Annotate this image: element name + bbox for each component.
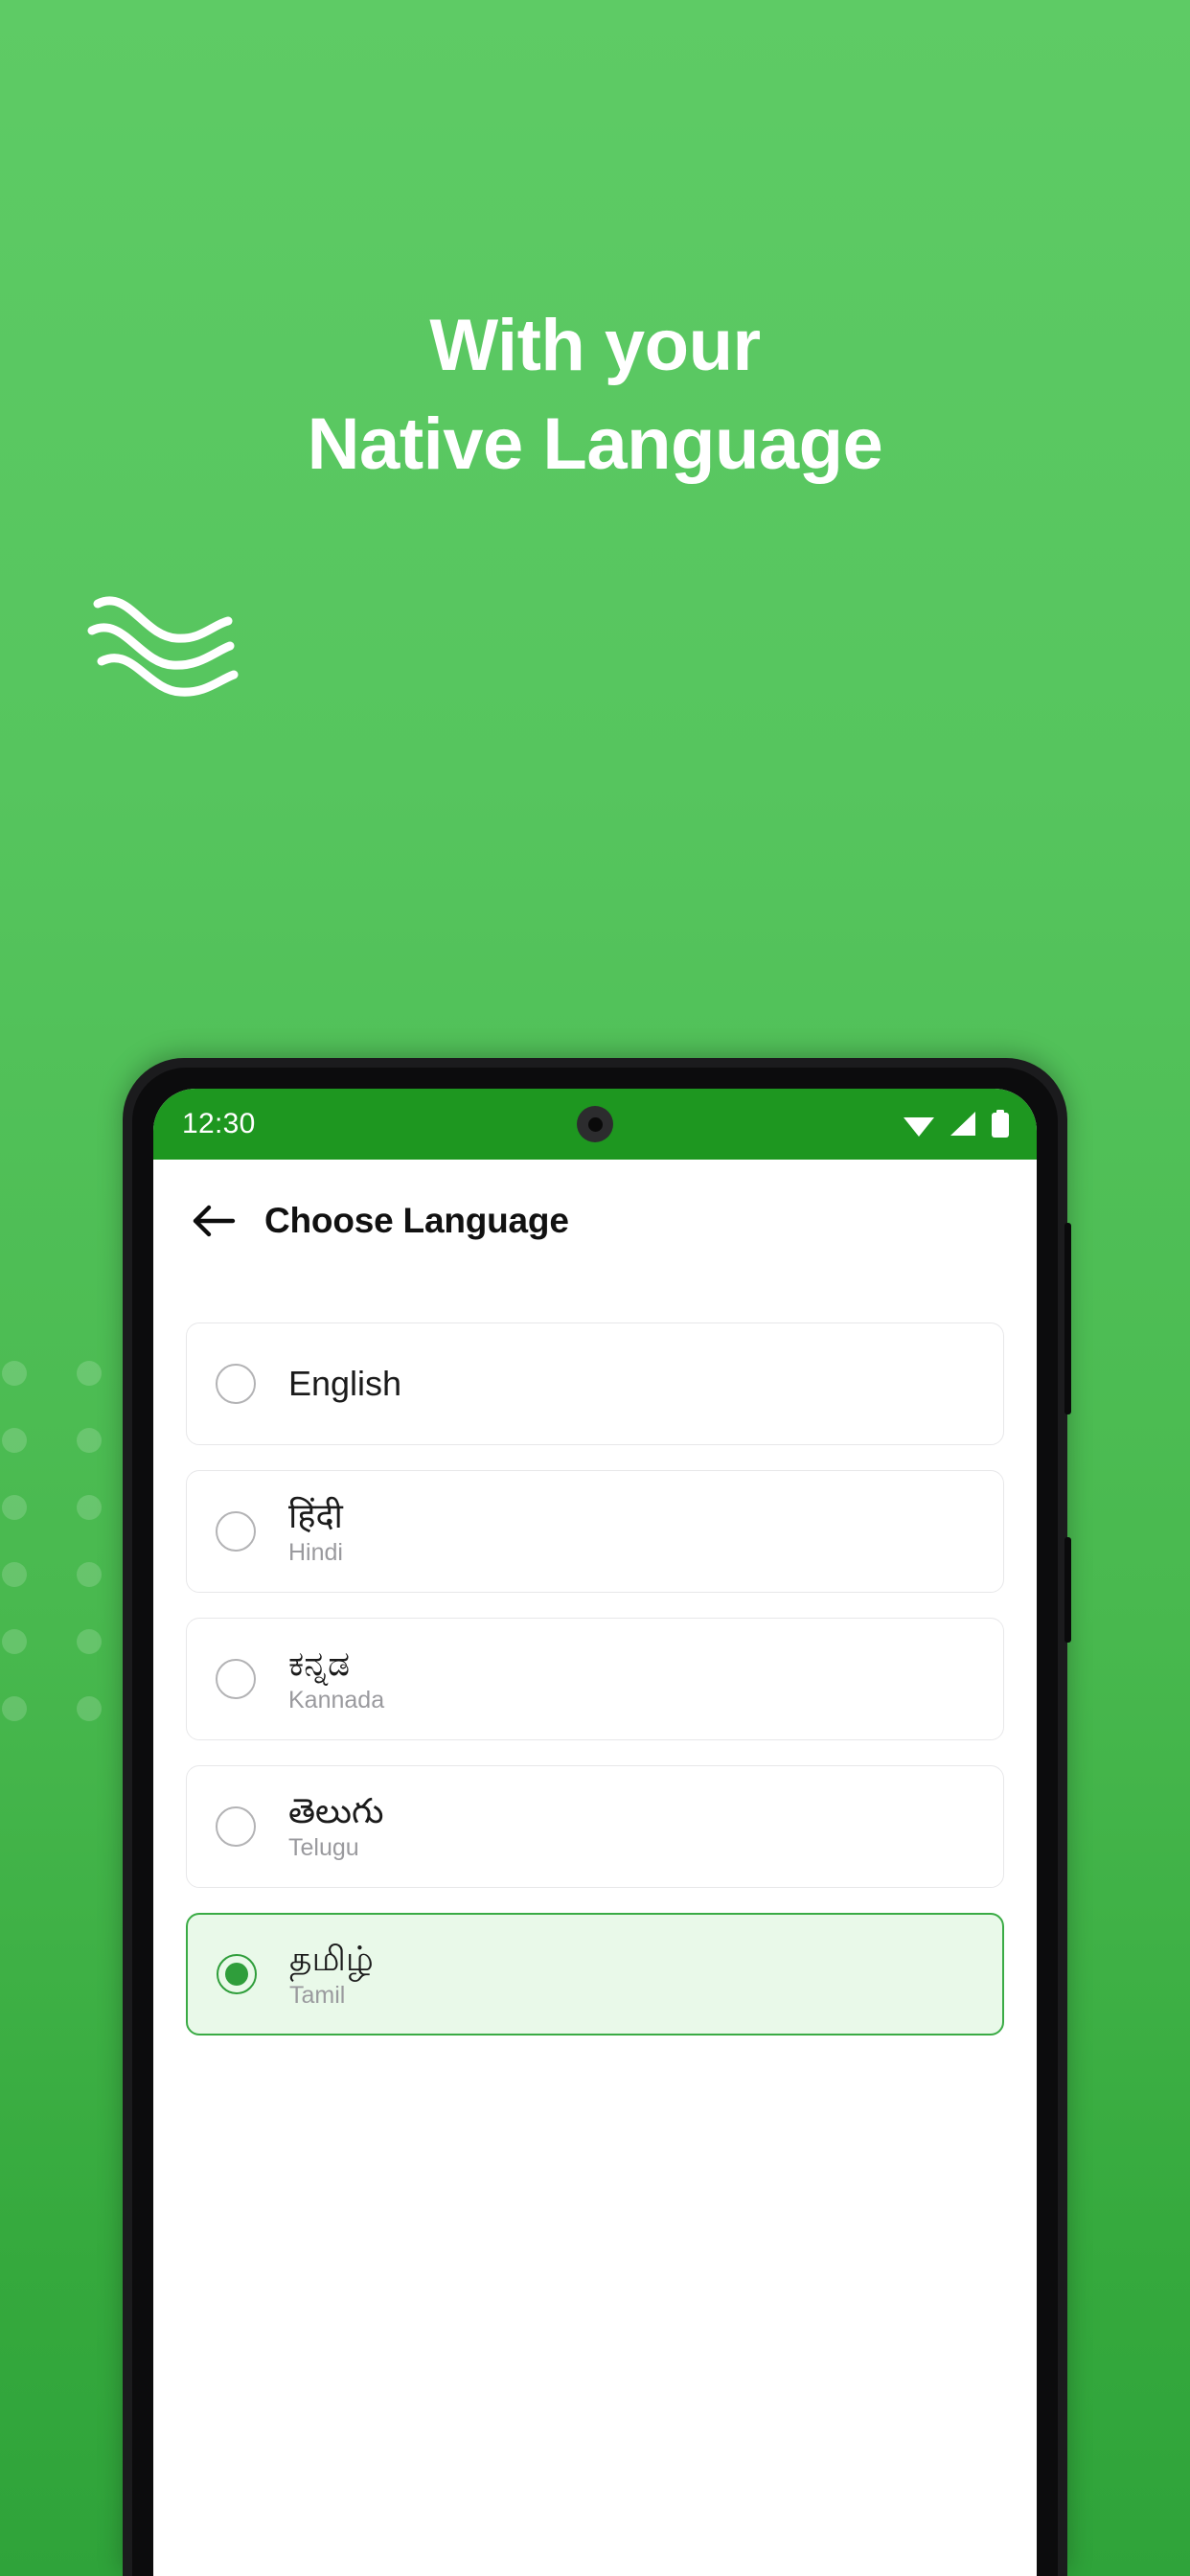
back-button[interactable] [188, 1194, 241, 1248]
headline-line-1: With your [429, 305, 761, 386]
grid-dot [77, 1495, 102, 1520]
grid-dot [77, 1428, 102, 1453]
status-bar-icons [903, 1110, 1010, 1138]
language-option-telugu[interactable]: తెలుగు Telugu [186, 1765, 1004, 1888]
phone-power-button [1064, 1537, 1071, 1643]
grid-dot [77, 1562, 102, 1587]
language-native-name: தமிழ் [289, 1938, 374, 1978]
language-labels: English [288, 1364, 401, 1404]
language-option-tamil[interactable]: தமிழ் Tamil [186, 1913, 1004, 2036]
grid-dot [77, 1629, 102, 1654]
phone-screen: 12:30 Choose Language English हिंदी Hind… [153, 1089, 1037, 2576]
phone-mockup: 12:30 Choose Language English हिंदी Hind… [123, 1058, 1071, 2576]
language-english-name: Tamil [289, 1982, 346, 2010]
radio-button[interactable] [216, 1511, 256, 1552]
wifi-icon [904, 1117, 934, 1137]
language-labels: हिंदी Hindi [288, 1496, 343, 1567]
phone-bezel: 12:30 Choose Language English हिंदी Hind… [132, 1068, 1058, 2576]
grid-dot [2, 1428, 27, 1453]
language-option-hindi[interactable]: हिंदी Hindi [186, 1470, 1004, 1593]
status-bar-clock: 12:30 [182, 1108, 256, 1139]
radio-button[interactable] [217, 1954, 257, 1994]
language-english-name: Telugu [288, 1834, 359, 1862]
promo-screenshot: With your Native Language 12:30 Choose L… [0, 0, 1190, 2576]
language-native-name: ಕನ್ನಡ [288, 1643, 351, 1683]
page-title: Choose Language [264, 1201, 569, 1240]
grid-dot [77, 1696, 102, 1721]
phone-volume-button [1064, 1223, 1071, 1414]
back-arrow-icon [193, 1205, 236, 1237]
headline-line-2: Native Language [307, 403, 883, 486]
promo-headline: With your Native Language [0, 305, 1190, 485]
language-native-name: English [288, 1363, 402, 1403]
punch-hole-camera-icon [577, 1106, 613, 1142]
language-list: English हिंदी Hindi ಕನ್ನಡ Kannada తెలుగు Telug… [153, 1282, 1037, 2036]
language-labels: తెలుగు Telugu [288, 1791, 383, 1862]
radio-button[interactable] [216, 1364, 256, 1404]
grid-dot [2, 1495, 27, 1520]
battery-icon [992, 1110, 1009, 1138]
dot-grid-decoration [0, 1361, 115, 1763]
grid-dot [2, 1696, 27, 1721]
language-english-name: Kannada [288, 1687, 385, 1714]
grid-dot [2, 1361, 27, 1386]
radio-button[interactable] [216, 1659, 256, 1699]
cellular-signal-icon [950, 1112, 975, 1136]
grid-dot [2, 1562, 27, 1587]
radio-button[interactable] [216, 1806, 256, 1847]
grid-dot [77, 1361, 102, 1386]
app-bar: Choose Language [153, 1160, 1037, 1282]
language-native-name: हिंदी [288, 1495, 343, 1535]
language-native-name: తెలుగు [288, 1790, 384, 1830]
language-option-kannada[interactable]: ಕನ್ನಡ Kannada [186, 1618, 1004, 1740]
grid-dot [2, 1629, 27, 1654]
radio-selected-dot [225, 1963, 248, 1986]
status-bar: 12:30 [153, 1089, 1037, 1160]
language-labels: தமிழ் Tamil [289, 1939, 374, 2010]
language-option-english[interactable]: English [186, 1322, 1004, 1445]
language-labels: ಕನ್ನಡ Kannada [288, 1644, 384, 1714]
language-english-name: Hindi [288, 1539, 343, 1567]
waves-icon [87, 596, 239, 697]
